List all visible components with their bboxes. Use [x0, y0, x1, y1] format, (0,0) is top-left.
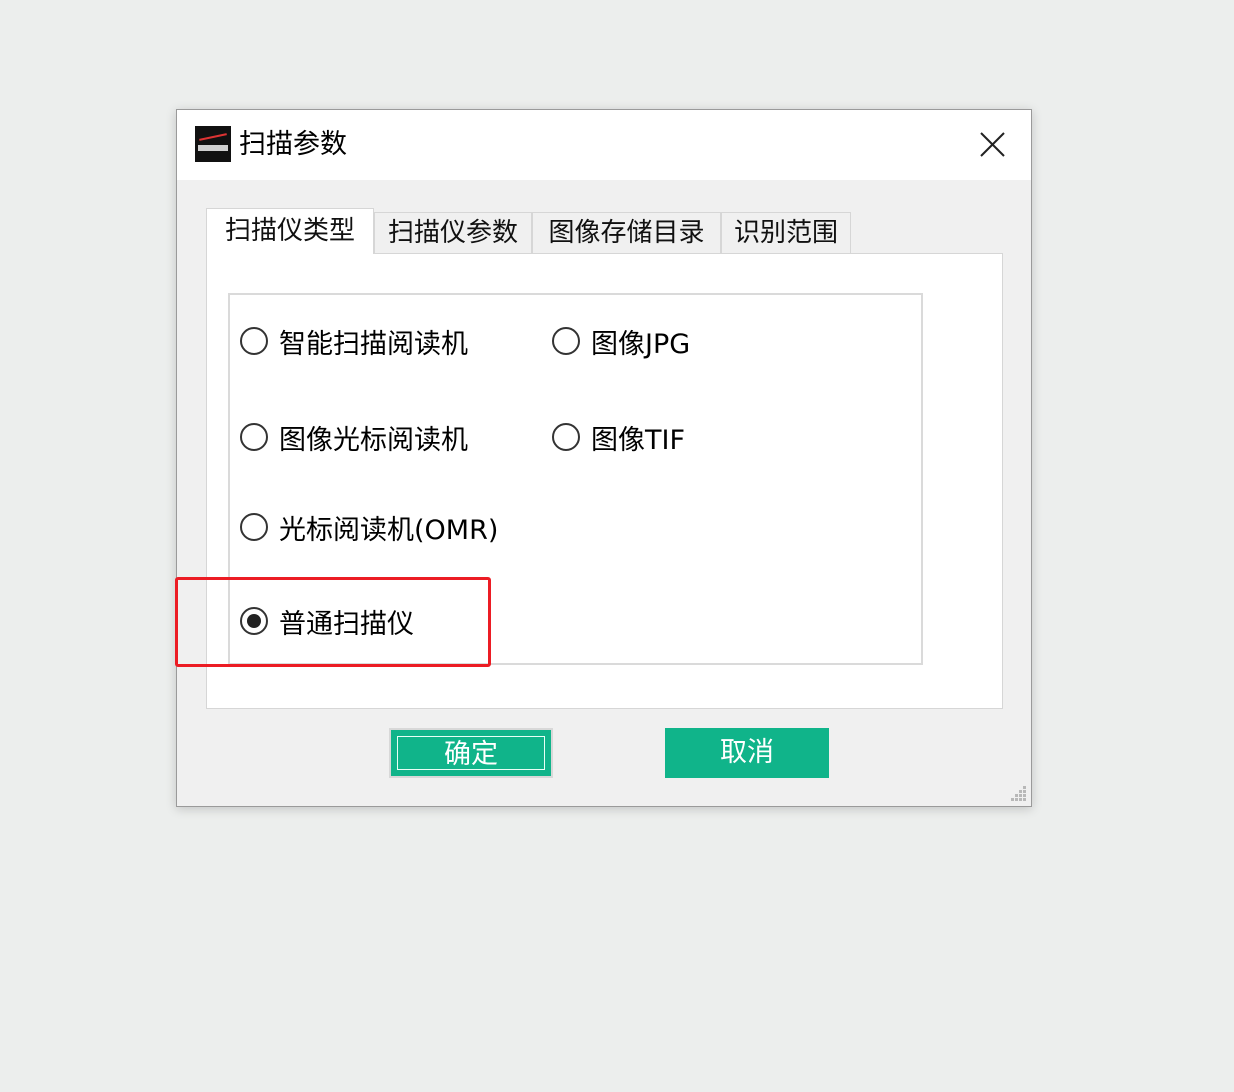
radio-label: 图像JPG — [591, 328, 691, 360]
title-bar[interactable]: 扫描参数 — [177, 110, 1031, 180]
close-button[interactable] — [967, 124, 1017, 166]
tab-recognition-range[interactable]: 识别范围 — [721, 212, 851, 253]
radio-image-mark-reader[interactable]: 图像光标阅读机 — [240, 417, 468, 457]
tab-scanner-params[interactable]: 扫描仪参数 — [374, 212, 532, 253]
window-title: 扫描参数 — [239, 129, 347, 160]
radio-omr-reader[interactable]: 光标阅读机(OMR) — [240, 507, 498, 547]
radio-image-jpg[interactable]: 图像JPG — [552, 321, 690, 361]
scan-parameters-dialog: 扫描参数 扫描仪类型 扫描仪参数 图像存储目录 识别范围 智能扫描阅读机 图像J… — [175, 109, 1032, 807]
radio-regular-scanner[interactable]: 普通扫描仪 — [240, 601, 414, 641]
close-icon — [980, 132, 1005, 157]
cancel-button[interactable]: 取消 — [665, 728, 829, 778]
tab-image-storage[interactable]: 图像存储目录 — [532, 212, 721, 253]
radio-circle — [240, 513, 268, 541]
radio-circle — [240, 327, 268, 355]
radio-circle — [552, 327, 580, 355]
radio-circle — [240, 607, 268, 635]
cancel-button-label: 取消 — [720, 737, 774, 768]
radio-image-tif[interactable]: 图像TIF — [552, 417, 685, 457]
tab-panel-scanner-type: 智能扫描阅读机 图像JPG 图像光标阅读机 图像TIF 光标阅读机(OMR) 普 — [206, 253, 1003, 709]
radio-circle — [552, 423, 580, 451]
radio-label: 光标阅读机(OMR) — [279, 514, 499, 546]
radio-label: 图像光标阅读机 — [279, 424, 468, 456]
radio-label: 智能扫描阅读机 — [279, 328, 468, 360]
scanner-type-group: 智能扫描阅读机 图像JPG 图像光标阅读机 图像TIF 光标阅读机(OMR) 普 — [228, 293, 923, 665]
resize-grip-icon[interactable] — [1009, 784, 1027, 802]
radio-smart-scan-reader[interactable]: 智能扫描阅读机 — [240, 321, 468, 361]
radio-label: 普通扫描仪 — [279, 608, 414, 640]
app-logo-icon — [195, 126, 231, 162]
radio-label: 图像TIF — [591, 424, 685, 456]
radio-circle — [240, 423, 268, 451]
tab-scanner-type[interactable]: 扫描仪类型 — [206, 208, 374, 254]
ok-button[interactable]: 确定 — [389, 728, 553, 778]
ok-button-label: 确定 — [444, 739, 498, 770]
